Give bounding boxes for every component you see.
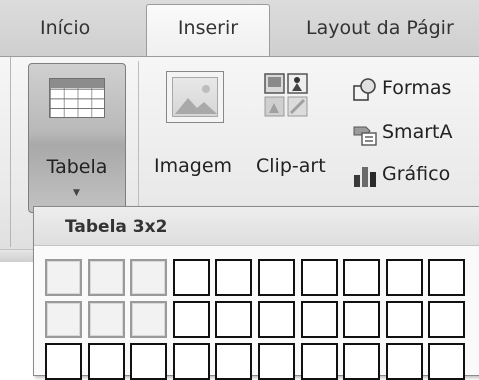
table-size-label: Tabela 3x2 [65,217,168,237]
table-grid-cell[interactable] [428,259,466,296]
table-button-label: Tabela [46,156,108,178]
chevron-down-icon: ▼ [73,188,80,198]
table-grid-cell[interactable] [130,259,168,296]
table-grid-cell[interactable] [45,343,82,380]
table-grid-cell[interactable] [45,301,82,338]
picture-button[interactable]: Imagem [150,67,250,207]
insert-table-dropdown: Tabela 3x2 [33,206,479,380]
table-grid-cell[interactable] [300,343,338,380]
table-grid-cell[interactable] [258,343,295,380]
table-grid-cell[interactable] [172,343,210,380]
table-grid-cell[interactable] [258,259,295,296]
table-grid-cell[interactable] [172,259,210,296]
table-grid-cell[interactable] [215,343,253,380]
clipart-icon [264,73,308,117]
table-grid-cell[interactable] [130,301,168,338]
table-grid-cell[interactable] [428,343,466,380]
table-grid-cell[interactable] [172,301,210,338]
table-grid-cell[interactable] [215,259,253,296]
table-grid-cell[interactable] [300,259,338,296]
table-grid-cell[interactable] [215,301,253,338]
shapes-button-label: Formas [382,77,452,99]
table-grid-cell[interactable] [45,259,82,296]
table-button[interactable]: Tabela ▼ [28,63,126,213]
table-grid-cell[interactable] [87,301,125,338]
ribbon-divider [10,57,11,247]
table-grid-cell[interactable] [87,343,125,380]
table-grid-cell[interactable] [385,301,423,338]
clipart-button[interactable]: Clip-art [256,67,342,207]
chart-button-label: Gráfico [382,163,451,185]
picture-icon [166,71,224,123]
table-grid-cell[interactable] [343,259,381,296]
tab-inserir[interactable]: Inserir [146,4,270,58]
smartart-icon [353,126,377,146]
shapes-icon [353,78,376,101]
clipart-button-label: Clip-art [256,155,326,177]
table-grid-cell[interactable] [300,301,338,338]
tab-layout-da-pagina[interactable]: Layout da Págir [306,6,454,56]
table-grid-cell[interactable] [343,301,381,338]
table-grid-cell[interactable] [428,301,466,338]
tab-inicio[interactable]: Início [40,6,90,56]
smartart-button-label: SmartA [382,121,453,143]
table-icon [49,78,105,118]
ribbon-tab-bar: Início Inserir Layout da Págir [0,0,479,58]
dropdown-header: Tabela 3x2 [34,207,479,246]
table-grid-cell[interactable] [343,343,381,380]
picture-button-label: Imagem [154,155,233,177]
table-grid-cell[interactable] [130,343,168,380]
chart-icon [354,167,376,187]
table-grid-cell[interactable] [385,259,423,296]
table-grid-cell[interactable] [87,259,125,296]
table-grid-cell[interactable] [385,343,423,380]
table-grid-cell[interactable] [258,301,295,338]
